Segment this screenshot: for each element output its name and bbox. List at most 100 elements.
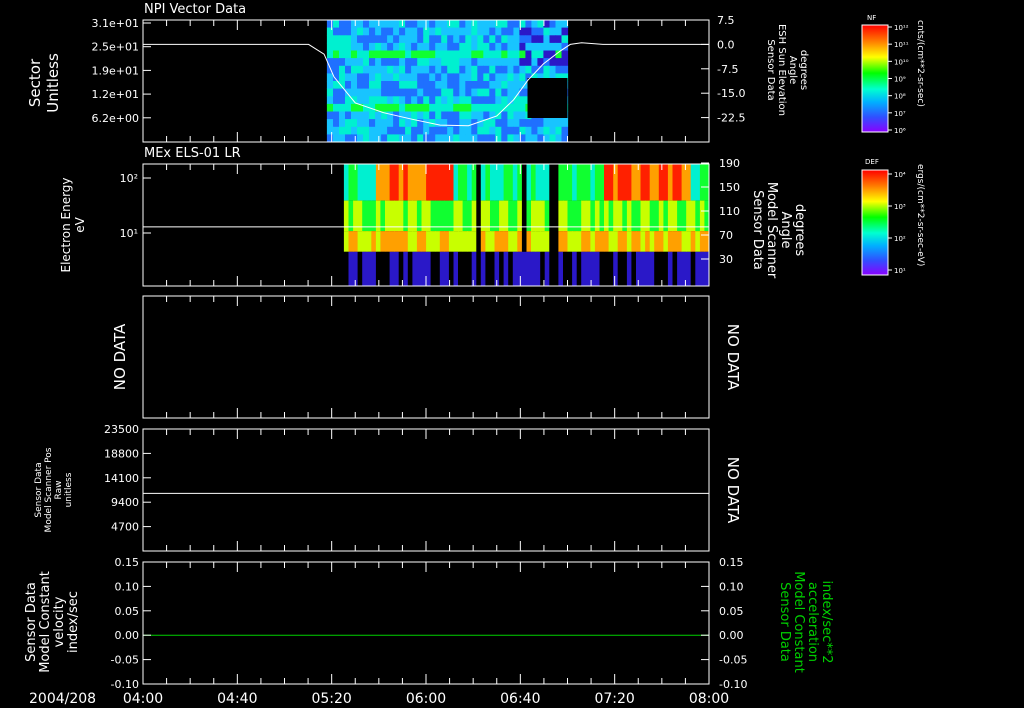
heat-cell bbox=[411, 81, 418, 89]
heat-cell bbox=[399, 81, 406, 89]
spectro-cell bbox=[608, 231, 614, 252]
scanner-pos-x-ticks bbox=[142, 429, 710, 551]
heat-cell bbox=[501, 65, 508, 74]
nodata-right-label: NO DATA bbox=[724, 324, 742, 391]
heat-cell bbox=[387, 65, 394, 74]
heat-cell bbox=[351, 27, 358, 36]
spectro-cell bbox=[480, 251, 486, 286]
heat-cell bbox=[501, 42, 508, 51]
heat-cell bbox=[495, 58, 502, 67]
spectro-cell bbox=[649, 231, 655, 252]
spectro-cell bbox=[362, 251, 368, 286]
heat-cell bbox=[351, 111, 358, 120]
spectro-cell bbox=[503, 164, 509, 201]
heat-cell bbox=[399, 73, 406, 82]
heat-cell bbox=[507, 126, 514, 135]
colorbar-tick-label: 10⁹ bbox=[894, 76, 906, 84]
spectro-cell bbox=[526, 164, 532, 201]
heat-cell bbox=[417, 27, 424, 36]
heat-cell bbox=[345, 126, 352, 135]
heat-cell bbox=[471, 111, 478, 120]
spectro-cell bbox=[649, 251, 655, 286]
heat-cell bbox=[519, 35, 526, 44]
spectro-cell bbox=[558, 231, 564, 252]
heat-cell bbox=[441, 126, 448, 135]
heat-cell bbox=[411, 58, 418, 67]
heat-cell bbox=[471, 73, 478, 82]
spectro-cell bbox=[366, 251, 372, 286]
heat-cell bbox=[417, 20, 424, 28]
heat-cell bbox=[326, 20, 334, 28]
heat-cell bbox=[423, 65, 430, 74]
heat-cell bbox=[429, 81, 436, 89]
heat-cell bbox=[441, 73, 448, 82]
heat-cell bbox=[531, 126, 538, 135]
scanner-pos-y-tick-label: 18800 bbox=[104, 447, 139, 460]
spectro-cell bbox=[631, 251, 637, 286]
spectro-cell bbox=[416, 251, 422, 286]
spectro-cell bbox=[667, 231, 673, 252]
heat-cell bbox=[326, 42, 334, 51]
heat-cell bbox=[447, 134, 454, 143]
heat-cell bbox=[441, 58, 448, 67]
spectro-cell bbox=[594, 231, 600, 252]
heat-cell bbox=[339, 111, 346, 120]
heat-cell bbox=[471, 20, 478, 28]
npi-right-label-line: Sensor Data bbox=[765, 39, 776, 100]
spectro-cell bbox=[480, 231, 486, 252]
heat-cell bbox=[435, 111, 442, 120]
spectro-cell bbox=[677, 251, 683, 286]
spectro-cell bbox=[348, 251, 354, 286]
heat-cell bbox=[399, 103, 406, 112]
spectro-cell bbox=[681, 251, 687, 286]
heat-cell bbox=[513, 42, 520, 51]
heat-cell bbox=[405, 134, 412, 143]
heat-cell bbox=[495, 50, 502, 59]
spectro-cell bbox=[389, 164, 395, 201]
heat-cell bbox=[381, 126, 388, 135]
heat-cell bbox=[405, 50, 412, 59]
velocity-y-tick-label: 0.15 bbox=[115, 556, 140, 569]
heat-cell bbox=[513, 73, 520, 82]
heat-cell bbox=[387, 134, 394, 143]
heat-cell bbox=[429, 96, 436, 105]
heat-cell bbox=[333, 88, 340, 97]
spectro-cell bbox=[617, 231, 623, 252]
heat-cell bbox=[363, 65, 370, 74]
heat-cell bbox=[453, 103, 460, 112]
heat-cell bbox=[477, 27, 484, 36]
panel-els-title: MEx ELS-01 LR bbox=[144, 146, 241, 161]
heat-cell bbox=[519, 58, 526, 67]
heat-cell bbox=[489, 134, 496, 143]
heat-cell bbox=[345, 20, 352, 28]
heat-cell bbox=[363, 81, 370, 89]
spectro-cell bbox=[458, 251, 464, 286]
heat-cell bbox=[411, 111, 418, 120]
heat-cell bbox=[411, 88, 418, 97]
spectro-cell bbox=[435, 231, 441, 252]
heat-cell bbox=[471, 96, 478, 105]
npi-right-ticks: 7.5 0.0 -7.5 -15.0 -22.5 bbox=[701, 14, 745, 125]
heat-cell bbox=[555, 58, 563, 67]
heat-cell bbox=[519, 42, 526, 51]
spectro-cell bbox=[572, 164, 578, 201]
heat-cell bbox=[495, 126, 502, 135]
spectro-cell bbox=[663, 251, 669, 286]
velocity-y-tick-label: 0.10 bbox=[115, 580, 140, 593]
heat-cell bbox=[447, 119, 454, 128]
els-right-label-line: degrees bbox=[792, 204, 807, 257]
spectro-cell bbox=[435, 164, 441, 201]
heat-cell bbox=[381, 58, 388, 67]
spectro-cell bbox=[576, 251, 582, 286]
panel-scanner-pos: 23500 18800 14100 9400 4700 Sensor Data Model… bbox=[34, 423, 742, 552]
heat-cell bbox=[537, 35, 544, 44]
heat-cell bbox=[441, 81, 448, 89]
spectro-cell bbox=[421, 231, 427, 252]
heat-cell bbox=[501, 96, 508, 105]
spectro-cell bbox=[371, 231, 377, 252]
spectro-cell bbox=[604, 251, 610, 286]
heat-cell bbox=[405, 126, 412, 135]
heat-cell bbox=[435, 88, 442, 97]
heat-cell bbox=[477, 81, 484, 89]
heat-cell bbox=[345, 65, 352, 74]
